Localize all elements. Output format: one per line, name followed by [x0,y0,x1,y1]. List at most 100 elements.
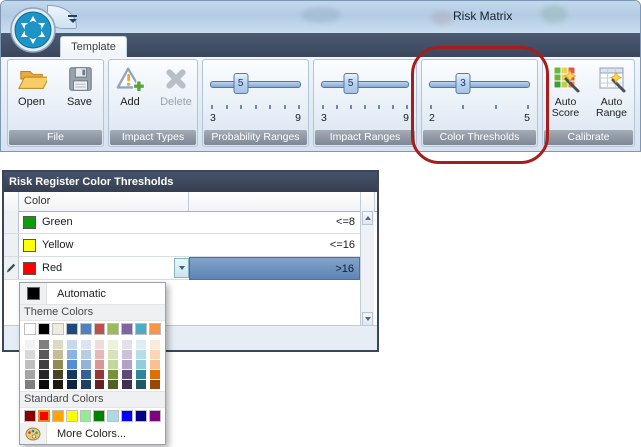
color-swatch[interactable] [52,379,64,389]
scroll-up-button[interactable] [362,211,373,225]
color-swatch[interactable] [52,349,64,359]
slider-thumb[interactable]: 5 [343,73,358,94]
color-cell[interactable]: Green [18,211,189,234]
color-swatch[interactable] [80,379,92,389]
threshold-column-header[interactable] [189,192,361,211]
color-swatch[interactable] [121,379,133,389]
color-swatch[interactable] [66,349,78,359]
color-swatch[interactable] [94,339,106,349]
color-swatch[interactable] [149,323,161,335]
color-swatch[interactable] [94,379,106,389]
color-swatch[interactable] [66,410,78,422]
probability-ranges-slider[interactable]: 5 3 9 [210,60,301,130]
color-swatch[interactable] [149,379,161,389]
color-swatch[interactable] [107,339,119,349]
slider-track[interactable]: 5 [321,81,409,88]
color-swatch[interactable] [135,379,147,389]
color-swatch[interactable] [107,323,119,335]
color-thresholds-slider[interactable]: 3 2 5 [429,60,530,130]
color-swatch[interactable] [66,379,78,389]
row-selector[interactable] [4,234,19,257]
color-swatch[interactable] [149,369,161,379]
color-swatch[interactable] [121,349,133,359]
color-swatch[interactable] [149,359,161,369]
color-swatch[interactable] [107,410,119,422]
color-swatch[interactable] [66,339,78,349]
automatic-color-item[interactable]: Automatic [20,283,165,304]
color-swatch[interactable] [24,323,36,335]
auto-score-button[interactable]: Auto Score [545,64,587,128]
color-column-header[interactable]: Color [18,192,189,211]
add-button[interactable]: Add [109,64,151,128]
color-swatch[interactable] [24,369,36,379]
color-swatch[interactable] [121,359,133,369]
impact-ranges-slider[interactable]: 5 3 9 [321,60,409,130]
color-swatch[interactable] [94,369,106,379]
color-swatch[interactable] [24,339,36,349]
threshold-cell-selected[interactable]: >16 [189,257,360,280]
color-swatch[interactable] [107,349,119,359]
color-swatch[interactable] [38,359,50,369]
color-swatch[interactable] [149,349,161,359]
color-swatch[interactable] [93,410,105,422]
color-swatch[interactable] [107,369,119,379]
color-swatch[interactable] [121,410,133,422]
quick-access-toolbar-dropdown[interactable] [68,15,77,23]
color-swatch[interactable] [121,369,133,379]
color-swatch[interactable] [38,349,50,359]
tab-template[interactable]: Template [60,36,127,58]
color-swatch[interactable] [52,359,64,369]
color-swatch[interactable] [38,410,50,422]
color-swatch[interactable] [52,410,64,422]
color-swatch[interactable] [94,323,106,335]
color-swatch[interactable] [38,339,50,349]
color-swatch[interactable] [66,359,78,369]
threshold-cell[interactable]: <=16 [189,234,360,257]
color-swatch[interactable] [149,339,161,349]
slider-track[interactable]: 3 [429,81,530,88]
auto-range-button[interactable]: Auto Range [591,64,633,128]
color-swatch[interactable] [135,323,147,335]
color-swatch[interactable] [24,410,36,422]
color-swatch[interactable] [121,323,133,335]
color-swatch[interactable] [38,323,50,335]
color-swatch[interactable] [135,369,147,379]
color-swatch[interactable] [24,359,36,369]
color-cell-editing[interactable]: Red [18,257,189,280]
color-swatch[interactable] [135,410,147,422]
color-swatch[interactable] [135,339,147,349]
color-swatch[interactable] [80,410,92,422]
delete-button[interactable]: Delete [155,64,197,128]
color-swatch[interactable] [52,323,64,335]
color-swatch[interactable] [80,323,92,335]
color-swatch[interactable] [94,359,106,369]
row-selector-editing[interactable] [4,257,19,280]
color-swatch[interactable] [38,379,50,389]
color-swatch[interactable] [121,339,133,349]
color-swatch[interactable] [80,369,92,379]
color-swatch[interactable] [80,359,92,369]
color-swatch[interactable] [107,359,119,369]
color-swatch[interactable] [149,410,161,422]
color-swatch[interactable] [66,369,78,379]
color-swatch[interactable] [52,369,64,379]
slider-thumb[interactable]: 5 [233,73,248,94]
color-swatch[interactable] [52,339,64,349]
color-swatch[interactable] [66,323,78,335]
save-button[interactable]: Save [58,64,102,128]
application-menu-button[interactable] [10,7,56,53]
color-cell[interactable]: Yellow [18,234,189,257]
color-swatch[interactable] [38,369,50,379]
color-swatch[interactable] [135,359,147,369]
slider-track[interactable]: 5 [210,81,301,88]
open-button[interactable]: Open [10,64,54,128]
more-colors-item[interactable]: More Colors... [20,423,165,444]
vertical-scrollbar[interactable] [360,211,374,326]
color-swatch[interactable] [24,379,36,389]
scroll-down-button[interactable] [362,312,373,326]
slider-thumb[interactable]: 3 [455,73,470,94]
color-swatch[interactable] [94,349,106,359]
color-swatch[interactable] [80,349,92,359]
color-swatch[interactable] [135,349,147,359]
color-swatch[interactable] [24,349,36,359]
